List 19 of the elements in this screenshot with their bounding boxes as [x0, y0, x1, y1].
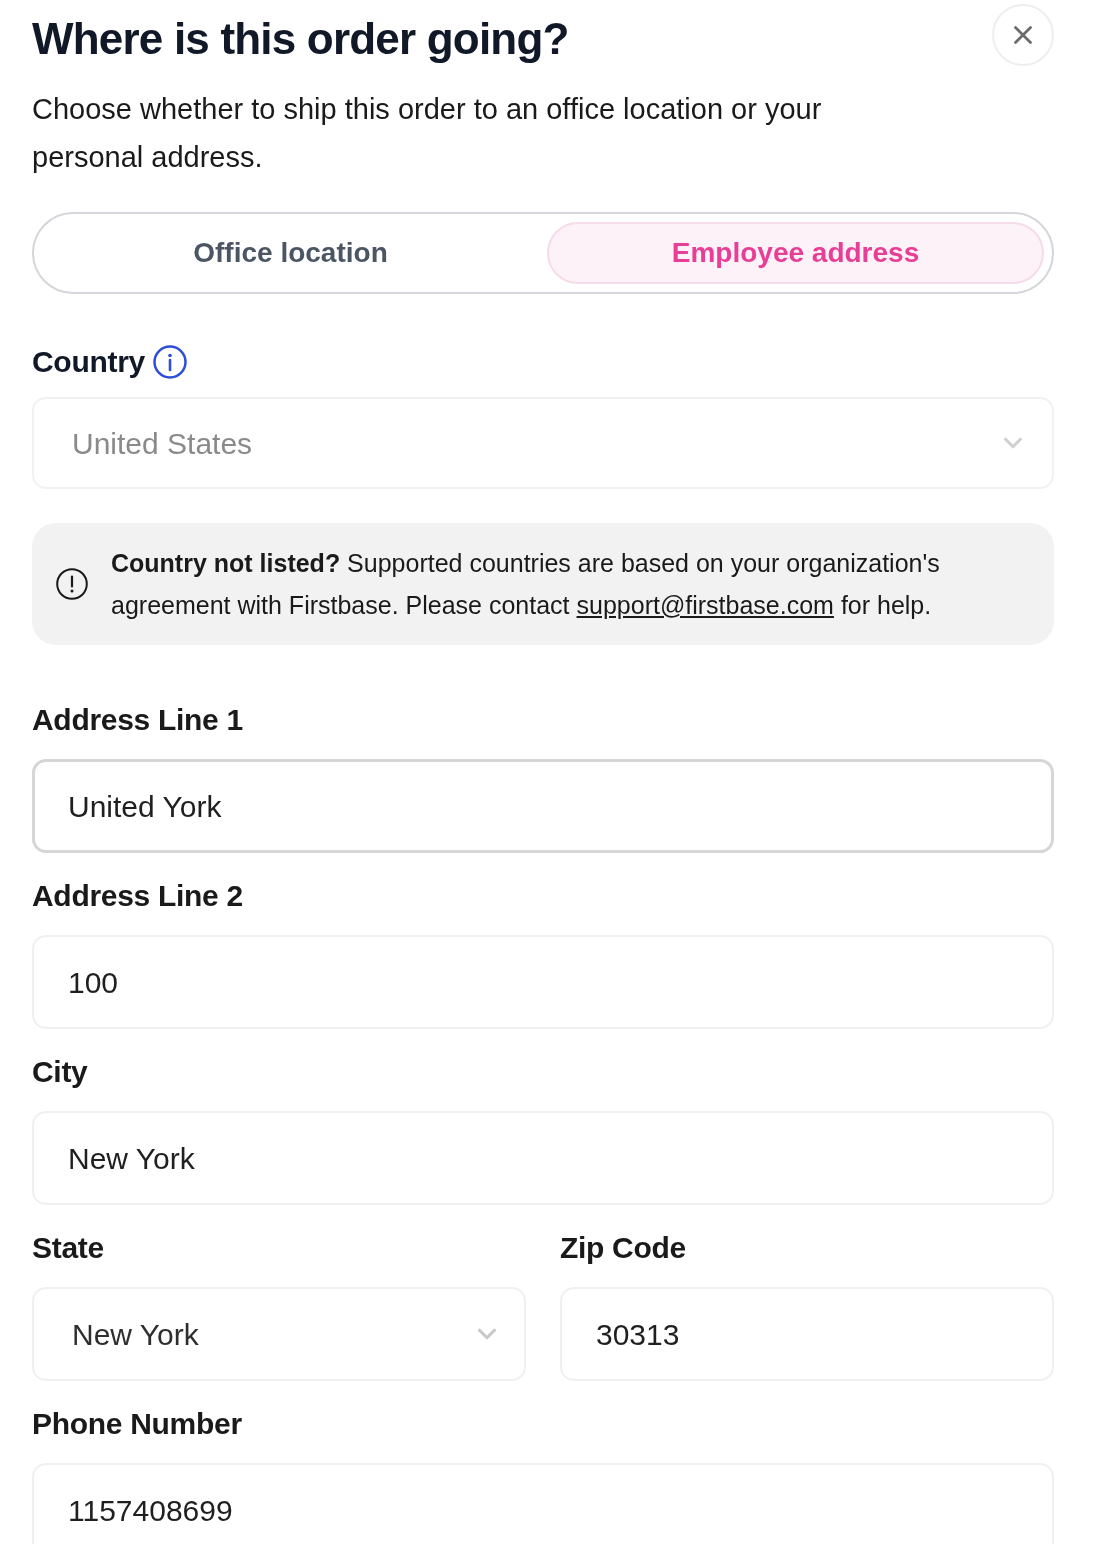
text-field[interactable]: New York — [32, 1111, 1054, 1205]
text-field[interactable]: 1157408699 — [32, 1463, 1054, 1544]
support-email-link[interactable]: support@firstbase.com — [576, 591, 834, 619]
field-label: Zip Code — [560, 1230, 686, 1266]
alert-icon — [56, 568, 88, 600]
field-label: City — [32, 1054, 88, 1090]
dialog-description: Choose whether to ship this order to an office location or your personal address. — [32, 92, 823, 175]
country-label: Country — [32, 344, 145, 380]
field-label: State — [32, 1230, 104, 1266]
dialog-title: Where is this order going? — [32, 14, 569, 64]
info-icon[interactable] — [152, 345, 187, 379]
notice-text: Country not listed? Supported countries are based on your organization's agreement with Firstbase. Please contact support@firstbase.com for help. — [111, 548, 941, 621]
dropdown-field[interactable]: New York — [32, 1287, 526, 1381]
text-field[interactable]: 30313 — [560, 1287, 1054, 1381]
text-field[interactable]: United York — [32, 759, 1054, 853]
field-label: Address Line 2 — [32, 878, 243, 914]
field-label: Address Line 1 — [32, 702, 243, 738]
field-label: Phone Number — [32, 1406, 242, 1442]
text-field[interactable]: 100 — [32, 935, 1054, 1029]
